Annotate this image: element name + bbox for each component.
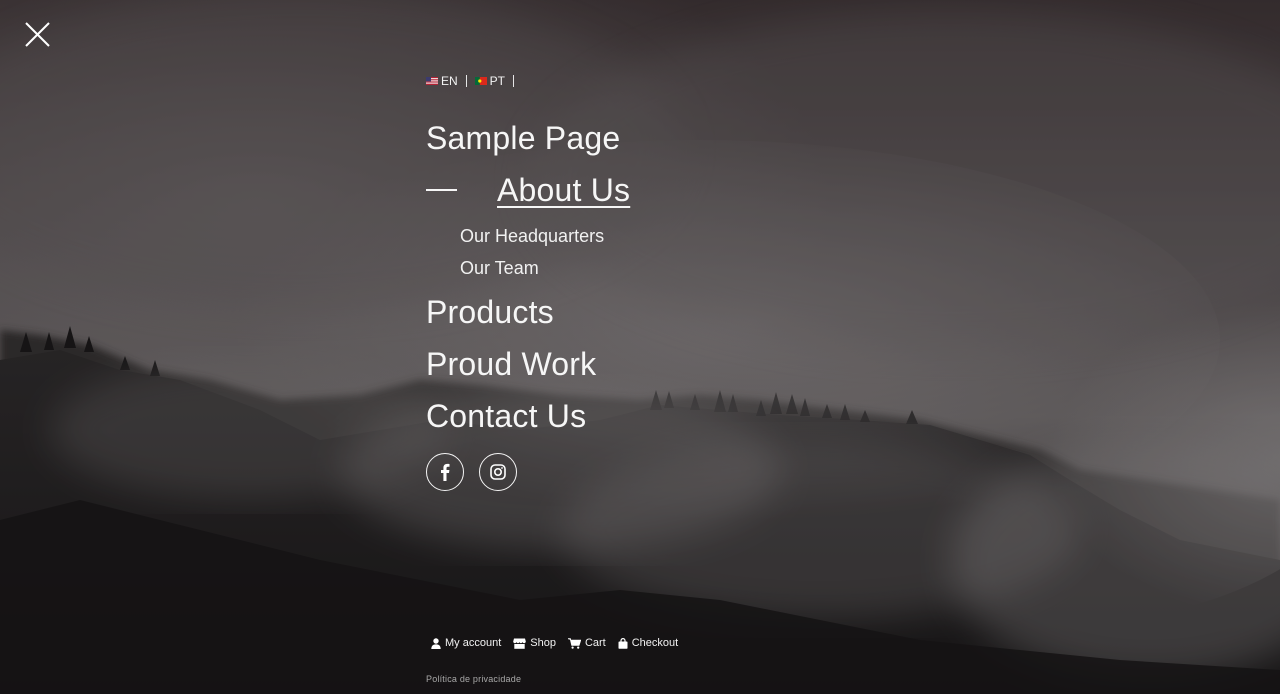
- checkout-label: Checkout: [631, 637, 679, 649]
- cart-label: Cart: [584, 637, 606, 649]
- instagram-button[interactable]: [479, 453, 517, 491]
- about-submenu: Our Headquarters Our Team: [460, 220, 630, 284]
- menu-item-about-us-label[interactable]: About Us: [497, 164, 630, 216]
- shop-label: Shop: [530, 637, 556, 649]
- facebook-icon: [441, 463, 450, 481]
- language-en[interactable]: EN: [426, 74, 458, 88]
- menu-overlay: EN PT Sample Page About Us Our Headquart…: [0, 0, 1280, 694]
- menu-item-about-us[interactable]: About Us: [426, 164, 630, 216]
- menu-item-sample-page[interactable]: Sample Page: [426, 112, 630, 164]
- language-switcher: EN PT: [426, 74, 522, 88]
- language-divider: [513, 75, 515, 87]
- language-pt[interactable]: PT: [474, 74, 506, 88]
- social-links: [426, 453, 517, 491]
- language-en-label: EN: [441, 74, 458, 88]
- instagram-icon: [490, 464, 506, 480]
- main-menu: Sample Page About Us Our Headquarters Ou…: [426, 112, 630, 442]
- store-icon: [513, 638, 527, 649]
- about-submenu-wrapper: Our Headquarters Our Team: [426, 220, 630, 284]
- bag-icon: [618, 637, 628, 649]
- background-image: [0, 0, 1280, 694]
- my-account-label: My account: [445, 637, 502, 649]
- active-indicator: [426, 189, 457, 191]
- my-account-link[interactable]: My account: [431, 637, 501, 649]
- privacy-policy-link[interactable]: Política de privacidade: [426, 674, 521, 684]
- facebook-button[interactable]: [426, 453, 464, 491]
- us-flag-icon: [426, 77, 438, 85]
- submenu-item-our-headquarters[interactable]: Our Headquarters: [460, 220, 630, 252]
- pt-flag-icon: [474, 77, 487, 85]
- submenu-item-our-team[interactable]: Our Team: [460, 252, 630, 284]
- footer-links: My account Shop Cart Checkout: [431, 637, 690, 649]
- cart-link[interactable]: Cart: [567, 637, 606, 649]
- menu-item-products[interactable]: Products: [426, 286, 630, 338]
- menu-item-contact-us[interactable]: Contact Us: [426, 390, 630, 442]
- close-button[interactable]: [22, 19, 54, 51]
- language-divider: [465, 75, 467, 87]
- close-icon: [25, 22, 50, 47]
- language-pt-label: PT: [489, 74, 506, 88]
- user-icon: [431, 637, 441, 649]
- checkout-link[interactable]: Checkout: [618, 637, 678, 649]
- menu-item-proud-work[interactable]: Proud Work: [426, 338, 630, 390]
- shop-link[interactable]: Shop: [513, 637, 556, 649]
- cart-icon: [567, 637, 581, 649]
